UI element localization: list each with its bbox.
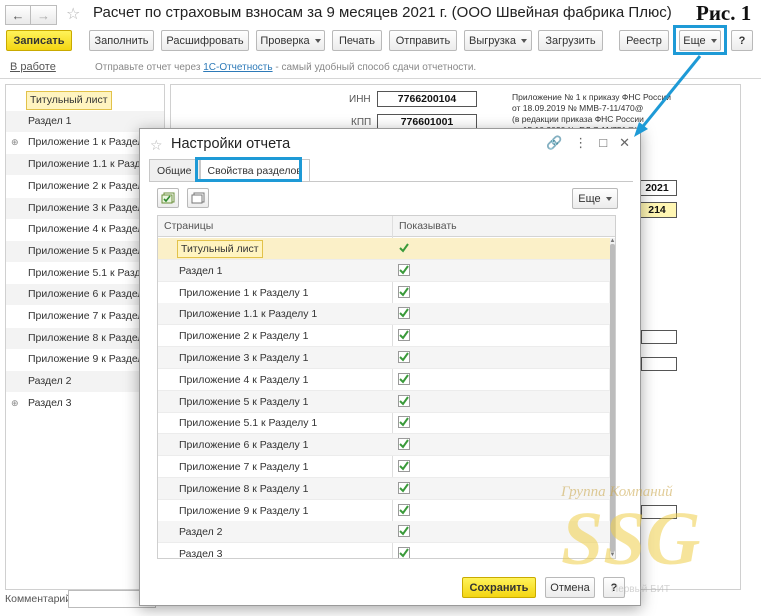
watermark-subtitle: Первый БИТ: [611, 584, 671, 595]
watermark-logo: Группа Компаний SSG Первый БИТ: [553, 484, 753, 610]
watermark-logo-text: SSG: [561, 497, 701, 581]
arrow-line: [638, 55, 702, 131]
